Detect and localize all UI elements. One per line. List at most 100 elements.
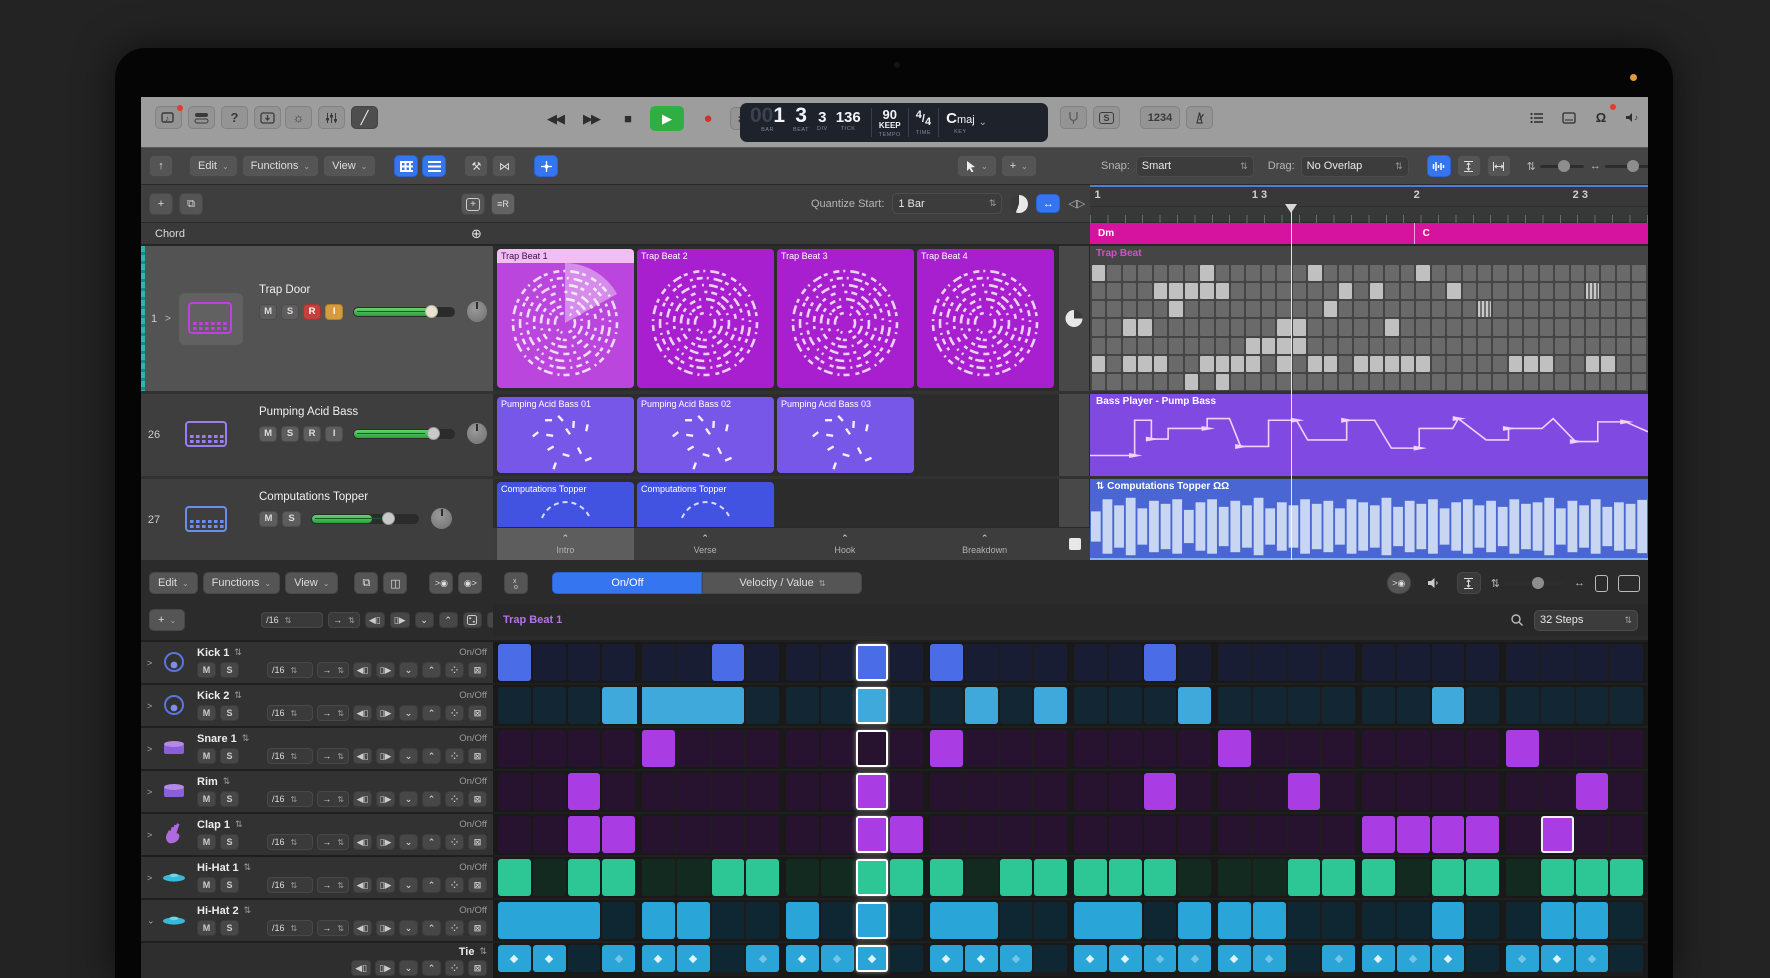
row-clear-button[interactable]: ⊠: [468, 877, 487, 893]
solo-button[interactable]: S: [220, 920, 239, 936]
row-nudge-left-button[interactable]: ◀▯: [353, 705, 372, 721]
step-cell[interactable]: [602, 816, 635, 853]
step-cell[interactable]: [746, 945, 779, 972]
step-cell[interactable]: [642, 687, 677, 724]
step-cell[interactable]: [677, 902, 710, 939]
row-rate-select[interactable]: /16⇅: [267, 834, 313, 850]
step-cell[interactable]: [1218, 859, 1251, 896]
step-cell[interactable]: [498, 945, 531, 972]
step-cell[interactable]: [1109, 730, 1142, 767]
apple-loops-button[interactable]: ♪: [1620, 106, 1646, 129]
steps-count-select[interactable]: 32 Steps⇅: [1534, 610, 1638, 631]
row-header[interactable]: >Snare 1⇅On/OffMS/16⇅→⇅◀▯▯▶⌄⌃⁘⊠: [141, 728, 493, 769]
scene-trigger-intro[interactable]: ⌃Intro: [497, 528, 634, 560]
row-nudge-right-button[interactable]: ▯▶: [376, 791, 395, 807]
step-cell[interactable]: [568, 816, 601, 853]
step-cell[interactable]: [1432, 859, 1465, 896]
playhead-marker[interactable]: [1285, 204, 1297, 213]
pattern-octave-down-button[interactable]: ⌄: [415, 612, 434, 628]
step-cell[interactable]: [642, 859, 675, 896]
stepper-icon[interactable]: ⇅: [244, 905, 252, 916]
row-header[interactable]: >Hi-Hat 1⇅On/OffMS/16⇅→⇅◀▯▯▶⌄⌃⁘⊠: [141, 857, 493, 898]
row-random-button[interactable]: ⁘: [445, 920, 464, 936]
step-cell[interactable]: [1144, 773, 1177, 810]
step-cell[interactable]: [1466, 816, 1499, 853]
tie-clear-button[interactable]: ⊠: [468, 960, 487, 976]
row-nudge-right-button[interactable]: ▯▶: [376, 705, 395, 721]
step-cell[interactable]: [786, 902, 819, 939]
scene-trigger-breakdown[interactable]: ⌃Breakdown: [916, 528, 1053, 560]
disclosure-icon[interactable]: >: [165, 313, 171, 324]
step-cell[interactable]: [1322, 902, 1355, 939]
disclosure-icon[interactable]: >: [147, 701, 152, 711]
step-cell[interactable]: [1362, 859, 1395, 896]
step-cell[interactable]: [498, 687, 531, 724]
performance-quantize-icon[interactable]: [1010, 195, 1028, 213]
step-cell[interactable]: [821, 730, 854, 767]
step-cell[interactable]: [1432, 687, 1465, 724]
lcd-time-signature[interactable]: 4/4 TIME: [909, 103, 938, 142]
stop-button[interactable]: ■: [614, 107, 640, 130]
automation-button[interactable]: ⋈: [492, 155, 516, 177]
arrange-region[interactable]: Bass Player - Pump Bass: [1090, 394, 1648, 476]
add-scene-button[interactable]: +: [149, 193, 173, 215]
row-increment-button[interactable]: ⌃: [422, 705, 441, 721]
step-cell[interactable]: [786, 859, 819, 896]
step-cell[interactable]: [1034, 687, 1067, 724]
volume-knob[interactable]: [427, 427, 440, 440]
disclosure-icon[interactable]: >: [147, 830, 152, 840]
row-nudge-left-button[interactable]: ◀▯: [353, 748, 372, 764]
step-cell[interactable]: [1466, 902, 1499, 939]
download-sounds-button[interactable]: [254, 106, 281, 129]
tab-velocity-value[interactable]: Velocity / Value⇅: [702, 572, 862, 594]
rotate-right-button[interactable]: ◉>: [458, 572, 482, 594]
solo-button[interactable]: S: [220, 705, 239, 721]
step-cell[interactable]: [930, 859, 963, 896]
row-header[interactable]: >Rim⇅On/OffMS/16⇅→⇅◀▯▯▶⌄⌃⁘⊠: [141, 771, 493, 812]
step-cell[interactable]: [1362, 816, 1395, 853]
row-decrement-button[interactable]: ⌄: [399, 748, 418, 764]
pencil-tool-button[interactable]: ╱: [351, 106, 378, 129]
row-decrement-button[interactable]: ⌄: [399, 791, 418, 807]
step-cell[interactable]: [746, 816, 779, 853]
step-cell[interactable]: [1397, 945, 1430, 972]
pan-knob[interactable]: [431, 508, 452, 529]
step-cell[interactable]: [642, 644, 675, 681]
step-cell[interactable]: [1397, 859, 1430, 896]
mute-button[interactable]: M: [197, 834, 216, 850]
step-cell[interactable]: [1034, 816, 1067, 853]
step-cell[interactable]: [533, 687, 566, 724]
step-grid[interactable]: [493, 771, 1648, 812]
step-cell[interactable]: [1144, 687, 1177, 724]
step-cell[interactable]: [1506, 816, 1539, 853]
step-cell[interactable]: [1322, 773, 1355, 810]
stepper-icon[interactable]: ⇅: [235, 819, 243, 830]
track-header[interactable]: 27Computations TopperMS: [141, 479, 493, 560]
step-cell[interactable]: [746, 902, 779, 939]
step-cell[interactable]: [1288, 687, 1321, 724]
r-button[interactable]: R: [303, 304, 321, 320]
step-cell[interactable]: [1288, 859, 1321, 896]
step-cell[interactable]: [965, 773, 998, 810]
row-header[interactable]: >Kick 2⇅On/OffMS/16⇅→⇅◀▯▯▶⌄⌃⁘⊠: [141, 685, 493, 726]
row-playmode-select[interactable]: →⇅: [317, 662, 349, 678]
step-cell[interactable]: [1466, 859, 1499, 896]
arrange-region[interactable]: Trap Beat: [1090, 246, 1648, 391]
m-button[interactable]: M: [259, 304, 277, 320]
mute-button[interactable]: M: [197, 748, 216, 764]
list-editors-button[interactable]: [1524, 106, 1550, 129]
step-cell[interactable]: [1541, 687, 1574, 724]
step-cell[interactable]: [1466, 687, 1499, 724]
step-cell[interactable]: [1576, 687, 1609, 724]
row-clear-button[interactable]: ⊠: [468, 834, 487, 850]
row-random-button[interactable]: ⁘: [445, 791, 464, 807]
row-clear-button[interactable]: ⊠: [468, 920, 487, 936]
stepper-icon[interactable]: ⇅: [234, 690, 242, 701]
step-cell[interactable]: [1466, 644, 1499, 681]
track-header[interactable]: 1>Trap DoorMSRI: [141, 246, 493, 391]
step-cell[interactable]: [1074, 644, 1107, 681]
step-cell[interactable]: [1610, 730, 1643, 767]
step-cell[interactable]: [1109, 644, 1142, 681]
step-cell[interactable]: [1610, 902, 1643, 939]
solo-button[interactable]: S: [220, 748, 239, 764]
